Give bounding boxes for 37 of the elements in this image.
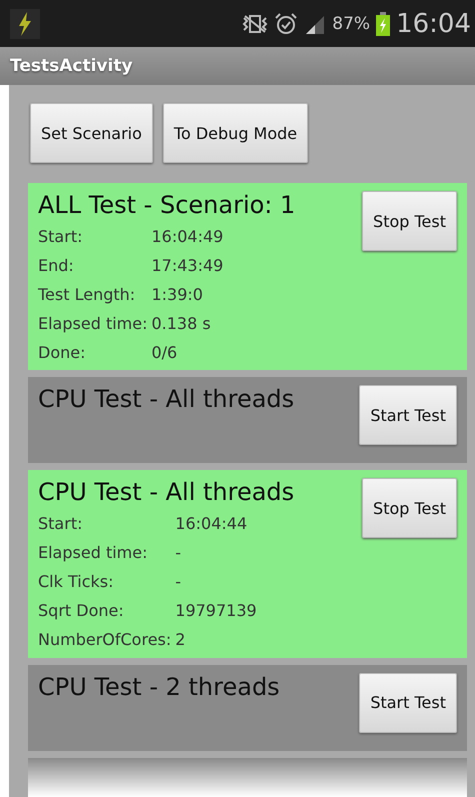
field-value: - — [175, 571, 182, 594]
battery-charging-icon — [376, 12, 390, 36]
field-value: 16:04:44 — [175, 513, 248, 536]
test-button[interactable]: Start Test — [359, 385, 457, 446]
flash-icon — [10, 8, 40, 38]
test-title: CPU Test - All threads — [38, 477, 296, 508]
field-label: Clk Ticks: — [38, 571, 114, 594]
field-value: 16:04:49 — [151, 226, 224, 248]
field-label: Sqrt Done: — [38, 600, 125, 622]
field-value: 0.138 s — [151, 313, 212, 335]
field-value: 19797139 — [175, 600, 258, 622]
action-button[interactable]: To Debug Mode — [162, 103, 308, 163]
field-label: End: — [38, 255, 75, 277]
field-value: 1:39:0 — [151, 284, 204, 306]
battery-percent: 87% — [332, 14, 370, 34]
field-value: - — [175, 542, 182, 564]
test-title: ALL Test - Scenario: 1 — [38, 190, 296, 221]
test-button[interactable]: Stop Test — [362, 478, 457, 538]
field-label: Start: — [38, 226, 84, 248]
field-label: Elapsed time: — [38, 542, 148, 564]
app-title: TestsActivity — [10, 56, 133, 76]
test-button[interactable]: Start Test — [359, 672, 457, 733]
action-button[interactable]: Set Scenario — [30, 103, 153, 163]
test-title: CPU Test - All threads — [38, 384, 296, 416]
field-label: Test Length: — [38, 284, 136, 306]
field-label: NumberOfCores: — [38, 629, 172, 652]
test-title: CPU Test - 2 threads — [38, 672, 281, 703]
alarm-icon — [274, 12, 298, 36]
field-label: Done: — [38, 342, 86, 364]
field-value: 0/6 — [151, 342, 178, 364]
field-value: 17:43:49 — [151, 255, 224, 277]
field-label: Elapsed time: — [38, 313, 148, 335]
test-button[interactable]: Stop Test — [362, 191, 457, 251]
field-value: 2 — [175, 629, 186, 652]
field-label: Start: — [38, 513, 84, 536]
vibrate-off-icon — [242, 12, 268, 34]
clock: 16:04 — [396, 8, 471, 38]
